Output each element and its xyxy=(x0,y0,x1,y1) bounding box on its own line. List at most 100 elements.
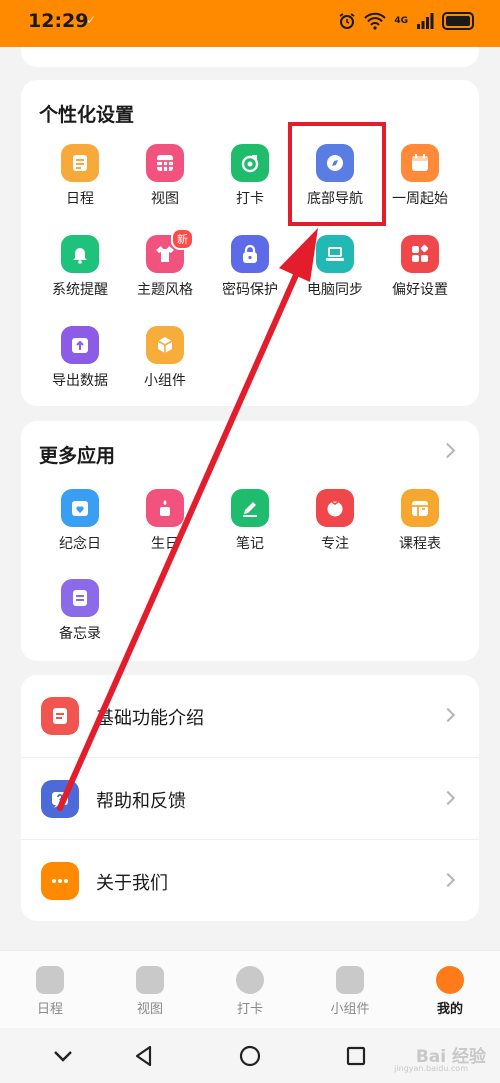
widget-tab-icon xyxy=(336,966,364,994)
target-check-icon xyxy=(231,144,269,182)
watermark-url: jingyan.baidu.com xyxy=(394,1064,468,1073)
anniversary-icon xyxy=(61,489,99,527)
grid-item-memo[interactable]: 备忘录 xyxy=(37,579,123,643)
help-icon xyxy=(41,780,79,818)
bottom-tab-bar: 日程 视图 打卡 小组件 我的 xyxy=(0,950,500,1028)
intro-doc-icon xyxy=(41,697,79,735)
more-apps-title: 更多应用 xyxy=(39,445,116,467)
tab-view[interactable]: 视图 xyxy=(100,951,200,1029)
chevron-right-icon xyxy=(440,707,456,723)
calendar-doc-icon xyxy=(61,144,99,182)
more-dots-icon xyxy=(41,862,79,900)
grid-item-password[interactable]: 密码保护 xyxy=(207,235,293,299)
back-triangle-icon[interactable] xyxy=(131,1043,157,1069)
memo-icon xyxy=(61,579,99,617)
view-tab-icon xyxy=(136,966,164,994)
wifi-icon xyxy=(364,12,387,30)
chevron-down-icon[interactable] xyxy=(50,1043,76,1069)
grid-item-theme-style[interactable]: 新 主题风格 xyxy=(122,228,208,299)
personalization-card: 个性化设置 日程 视图 打卡 底部导航 一周起始 系统提醒 新 主题风格 密码保… xyxy=(21,80,479,406)
grid-item-schedule[interactable]: 日程 xyxy=(37,144,123,208)
list-item-about-us[interactable]: 关于我们 xyxy=(21,839,479,921)
grid-item-label: 主题风格 xyxy=(137,282,193,298)
pencil-icon xyxy=(231,489,269,527)
list-item-basic-intro[interactable]: 基础功能介绍 xyxy=(21,675,479,757)
grid-item-label: 导出数据 xyxy=(52,373,108,389)
grid-item-system-reminder[interactable]: 系统提醒 xyxy=(37,235,123,299)
new-badge: 新 xyxy=(171,228,194,250)
week-calendar-icon xyxy=(401,144,439,182)
grid-item-label: 纪念日 xyxy=(59,536,101,552)
widget-cube-icon xyxy=(146,326,184,364)
grid-item-label: 视图 xyxy=(151,191,179,207)
grid-item-pc-sync[interactable]: 电脑同步 xyxy=(292,235,378,299)
grid-item-notes[interactable]: 笔记 xyxy=(207,489,293,553)
personalization-title: 个性化设置 xyxy=(39,104,135,126)
alarm-icon xyxy=(339,13,355,29)
grid-item-label: 打卡 xyxy=(236,191,264,207)
more-apps-card: 更多应用 纪念日 生日 笔记 专注 课程表 备忘录 xyxy=(21,421,479,661)
tab-label: 我的 xyxy=(436,1002,463,1017)
grid-item-view[interactable]: 视图 xyxy=(122,144,208,208)
bell-icon xyxy=(61,235,99,273)
checkin-tab-icon xyxy=(236,966,264,994)
schedule-tab-icon xyxy=(36,966,64,994)
status-time: 12:29 xyxy=(28,10,89,32)
chevron-right-icon xyxy=(440,872,456,888)
mine-tab-icon xyxy=(436,966,464,994)
grid-item-checkin[interactable]: 打卡 xyxy=(207,144,293,208)
tab-widget[interactable]: 小组件 xyxy=(300,951,400,1029)
network-label: 4G xyxy=(394,15,408,26)
export-icon xyxy=(61,326,99,364)
grid-item-label: 专注 xyxy=(321,536,349,552)
list-item-label: 关于我们 xyxy=(96,873,168,894)
more-apps-chevron-icon[interactable] xyxy=(439,442,456,459)
timetable-icon xyxy=(401,489,439,527)
grid-item-label: 小组件 xyxy=(144,373,186,389)
list-item-label: 帮助和反馈 xyxy=(96,791,186,812)
grid-item-week-start[interactable]: 一周起始 xyxy=(377,144,463,208)
grid-item-birthday[interactable]: 生日 xyxy=(122,489,208,553)
grid-item-widget[interactable]: 小组件 xyxy=(122,326,208,390)
status-bar: 12:29 ✓ 4G xyxy=(0,0,500,47)
profile-page: 个性化设置 日程 视图 打卡 底部导航 一周起始 系统提醒 新 主题风格 密码保… xyxy=(0,47,500,950)
grid-item-label: 一周起始 xyxy=(392,191,448,207)
grid-item-label: 课程表 xyxy=(399,536,441,552)
list-item-help-feedback[interactable]: 帮助和反馈 xyxy=(21,757,479,839)
tab-label: 视图 xyxy=(136,1002,163,1017)
laptop-icon xyxy=(316,235,354,273)
tomato-icon xyxy=(316,489,354,527)
grid-item-preferences[interactable]: 偏好设置 xyxy=(377,235,463,299)
grid-item-label: 笔记 xyxy=(236,536,264,552)
tab-mine[interactable]: 我的 xyxy=(400,951,500,1029)
tab-schedule[interactable]: 日程 xyxy=(0,951,100,1029)
birthday-icon xyxy=(146,489,184,527)
recents-square-icon[interactable] xyxy=(343,1043,369,1069)
grid-item-label: 密码保护 xyxy=(222,282,278,298)
tab-label: 打卡 xyxy=(236,1002,263,1017)
home-circle-icon[interactable] xyxy=(237,1043,263,1069)
battery-icon xyxy=(442,12,474,30)
tab-label: 日程 xyxy=(36,1002,63,1017)
grid-item-label: 日程 xyxy=(66,191,94,207)
status-check-icon: ✓ xyxy=(86,13,97,27)
grid-item-focus[interactable]: 专注 xyxy=(292,489,378,553)
top-card xyxy=(21,47,479,67)
info-list-card: 基础功能介绍 帮助和反馈 关于我们 xyxy=(21,675,479,921)
grid-item-timetable[interactable]: 课程表 xyxy=(377,489,463,553)
annotation-highlight-box xyxy=(288,122,386,226)
grid-item-label: 生日 xyxy=(151,536,179,552)
grid-view-icon xyxy=(146,144,184,182)
tab-label: 小组件 xyxy=(330,1002,370,1017)
lock-icon xyxy=(231,235,269,273)
grid-item-label: 偏好设置 xyxy=(392,282,448,298)
grid-item-label: 备忘录 xyxy=(59,626,101,642)
tab-checkin[interactable]: 打卡 xyxy=(200,951,300,1029)
preferences-icon xyxy=(401,235,439,273)
grid-item-anniversary[interactable]: 纪念日 xyxy=(37,489,123,553)
grid-item-label: 电脑同步 xyxy=(307,282,363,298)
list-item-label: 基础功能介绍 xyxy=(96,708,204,729)
grid-item-export-data[interactable]: 导出数据 xyxy=(37,326,123,390)
tshirt-icon: 新 xyxy=(146,228,194,273)
grid-item-label: 系统提醒 xyxy=(52,282,108,298)
